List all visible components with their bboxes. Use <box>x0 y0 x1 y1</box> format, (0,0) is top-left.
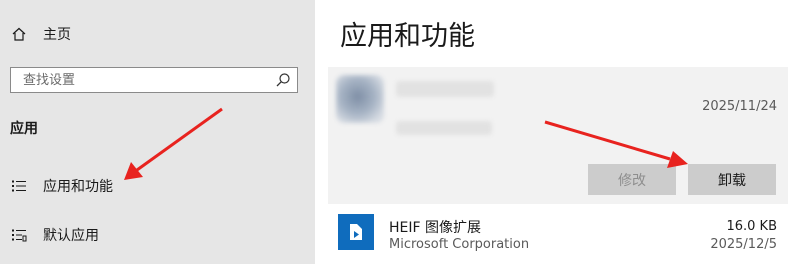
blurred-app-icon <box>336 75 384 123</box>
heif-extension-icon <box>338 214 374 250</box>
home-icon <box>10 25 28 43</box>
sidebar: 主页 应用 应用和功能 默认应用 <box>0 0 315 264</box>
page-title: 应用和功能 <box>340 21 475 52</box>
search-icon[interactable] <box>275 72 291 88</box>
app-date: 2025/11/24 <box>702 99 777 114</box>
sidebar-item-label: 默认应用 <box>43 228 99 244</box>
sidebar-item-default-apps[interactable]: 默认应用 <box>0 222 315 248</box>
app-publisher: Microsoft Corporation <box>389 237 530 252</box>
uninstall-button[interactable]: 卸载 <box>688 164 776 195</box>
modify-button[interactable]: 修改 <box>588 164 676 195</box>
app-name: HEIF 图像扩展 <box>389 220 482 236</box>
sidebar-item-apps-features[interactable]: 应用和功能 <box>0 173 315 199</box>
blurred-app-publisher <box>396 121 492 135</box>
default-apps-icon <box>10 226 28 244</box>
apps-features-icon <box>10 177 28 195</box>
app-date: 2025/12/5 <box>710 237 777 252</box>
sidebar-item-label: 主页 <box>43 27 71 43</box>
sidebar-item-label: 应用和功能 <box>43 179 113 195</box>
sidebar-item-home[interactable]: 主页 <box>0 22 315 46</box>
selected-app-card[interactable]: 2025/11/24 修改 卸载 <box>328 67 788 204</box>
app-size: 16.0 KB <box>726 219 777 234</box>
settings-search-input[interactable] <box>11 68 273 92</box>
settings-search-box[interactable] <box>10 67 298 93</box>
blurred-app-name <box>396 81 494 97</box>
section-title: 应用 <box>10 121 38 137</box>
list-item[interactable]: HEIF 图像扩展 Microsoft Corporation 16.0 KB … <box>328 208 788 264</box>
